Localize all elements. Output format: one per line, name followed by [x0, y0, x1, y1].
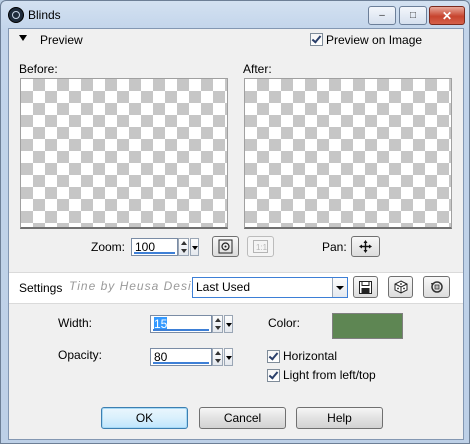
target-icon [218, 239, 233, 254]
zoom-fit-button[interactable] [212, 236, 239, 257]
after-preview[interactable] [244, 78, 452, 229]
preview-on-image-label[interactable]: Preview on Image [326, 33, 422, 47]
preview-section-label[interactable]: Preview [40, 33, 83, 47]
width-label: Width: [58, 316, 93, 330]
ok-button[interactable]: OK [101, 407, 188, 429]
opacity-label: Opacity: [58, 348, 103, 362]
cancel-button[interactable]: Cancel [199, 407, 286, 429]
before-label: Before: [19, 62, 58, 76]
opacity-spinner[interactable] [212, 348, 223, 366]
floppy-disk-icon [359, 280, 372, 294]
width-slider-indicator[interactable] [153, 329, 209, 331]
width-spinner[interactable] [212, 315, 223, 333]
blinds-dialog: Blinds – □ ✕ Preview Preview on Image Be… [0, 0, 470, 444]
light-from-left-top-label[interactable]: Light from left/top [283, 368, 376, 382]
width-input[interactable]: 15 [150, 315, 212, 333]
collapse-triangle-icon[interactable] [19, 35, 27, 41]
move-arrows-icon [359, 240, 372, 253]
width-dropdown[interactable] [224, 315, 233, 333]
color-label: Color: [268, 316, 301, 330]
help-button[interactable]: Help [296, 407, 383, 429]
dice-icon [394, 280, 407, 294]
watermark-text: Tine by Heusa Design [69, 279, 207, 293]
one-to-one-icon: 1:1 [253, 240, 268, 253]
light-from-left-top-checkbox[interactable] [267, 369, 280, 382]
after-label: After: [243, 62, 272, 76]
reset-button[interactable] [423, 276, 450, 298]
preset-value: Last Used [196, 280, 251, 294]
horizontal-label[interactable]: Horizontal [283, 349, 337, 363]
opacity-dropdown[interactable] [224, 348, 233, 366]
app-eye-icon [8, 7, 24, 23]
title-bar[interactable]: Blinds – □ ✕ [1, 1, 469, 29]
save-preset-button[interactable] [353, 276, 378, 298]
zoom-slider-indicator[interactable] [134, 252, 175, 254]
svg-text:1:1: 1:1 [256, 243, 268, 252]
opacity-input[interactable]: 80 [150, 348, 212, 366]
dialog-body: Preview Preview on Image Before: After: … [8, 28, 464, 440]
maximize-button[interactable]: □ [399, 6, 427, 25]
preset-dropdown-arrow[interactable] [332, 278, 347, 297]
color-swatch[interactable] [332, 313, 403, 339]
randomize-button[interactable] [388, 276, 413, 298]
zoom-actual-size-button[interactable]: 1:1 [247, 236, 274, 257]
minimize-button[interactable]: – [368, 6, 396, 25]
window-title: Blinds [28, 8, 61, 22]
preset-combo[interactable]: Last Used [192, 277, 348, 298]
preview-on-image-checkbox[interactable] [310, 33, 323, 46]
zoom-label: Zoom: [91, 240, 126, 254]
pan-label: Pan: [322, 240, 347, 254]
before-preview[interactable] [20, 78, 228, 229]
settings-bar: Settings Tine by Heusa Design Last Used [9, 272, 463, 304]
zoom-input[interactable]: 100 [131, 238, 178, 256]
zoom-spinner[interactable] [178, 238, 189, 256]
settings-label: Settings [19, 281, 63, 295]
close-button[interactable]: ✕ [429, 6, 465, 25]
reset-icon [430, 281, 443, 293]
zoom-dropdown[interactable] [190, 238, 199, 256]
opacity-slider-indicator[interactable] [153, 362, 209, 364]
pan-button[interactable] [351, 236, 380, 257]
horizontal-checkbox[interactable] [267, 350, 280, 363]
